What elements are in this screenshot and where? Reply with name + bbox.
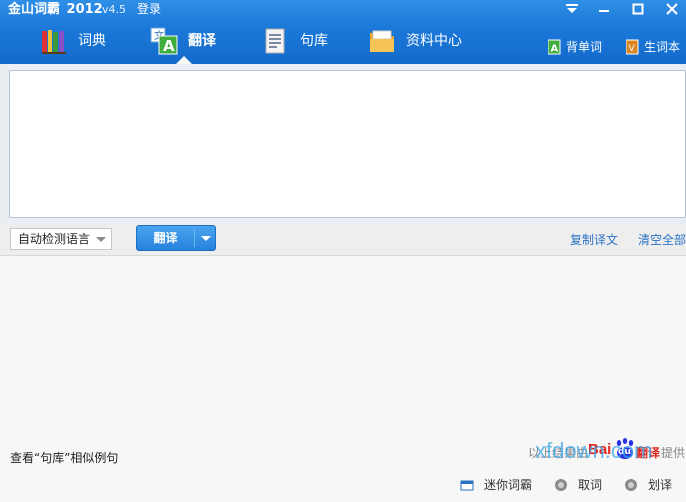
language-select[interactable]: 自动检测语言 — [10, 228, 112, 250]
maximize-icon — [632, 3, 644, 15]
copy-translation-link[interactable]: 复制译文 — [570, 232, 618, 248]
tab-sentences[interactable]: 句库 — [262, 24, 342, 64]
menu-dropdown-button[interactable] — [560, 0, 584, 18]
mini-window-icon — [460, 480, 474, 491]
language-select-value: 自动检测语言 — [18, 232, 91, 246]
app-version: v4.5 — [102, 3, 127, 16]
active-tab-indicator — [176, 56, 192, 64]
tab-label: 句库 — [300, 33, 328, 49]
translate-icon: 文 A — [150, 27, 178, 55]
chevron-down-icon — [96, 237, 106, 242]
login-link[interactable]: 登录 — [137, 1, 161, 17]
title-bar: 金山词霸 2012 v4.5 登录 词典 A 翻译 句库 资料中心 A 背单词 … — [0, 0, 686, 64]
app-title: 金山词霸 — [8, 2, 61, 17]
svg-text:A: A — [551, 44, 559, 55]
translate-toolbar: 自动检测语言 翻译 复制译文 清空全部 — [0, 224, 686, 256]
chevron-down-icon — [201, 236, 211, 241]
books-icon — [42, 30, 66, 54]
minimize-button[interactable] — [592, 0, 616, 18]
svg-text:A: A — [163, 37, 175, 55]
translate-options-dropdown[interactable] — [197, 226, 215, 250]
tab-label: 资料中心 — [406, 33, 462, 49]
maximize-button[interactable] — [626, 0, 650, 18]
button-divider — [194, 229, 195, 247]
source-text-input[interactable] — [10, 71, 685, 217]
clear-all-link[interactable]: 清空全部 — [638, 232, 686, 248]
toggle-off-icon — [625, 479, 637, 491]
input-panel — [0, 64, 686, 224]
svg-text:V: V — [629, 44, 636, 54]
toggle-off-icon — [555, 479, 567, 491]
app-year: 2012 — [66, 2, 103, 17]
folder-icon — [370, 30, 394, 52]
translate-button[interactable]: 翻译 — [137, 226, 194, 250]
minimize-icon — [599, 10, 609, 12]
tab-resource-center[interactable]: 资料中心 — [368, 24, 478, 64]
translate-button-group: 翻译 — [136, 225, 216, 251]
app-logo: 金山词霸 2012 — [8, 1, 103, 18]
source-text-box — [9, 70, 686, 218]
similar-examples-link[interactable]: 查看“句库”相似例句 — [10, 450, 118, 466]
tab-dictionary[interactable]: 词典 — [40, 24, 120, 64]
tab-label: 翻译 — [188, 33, 216, 49]
dropdown-arrow-icon — [566, 4, 578, 13]
close-icon — [666, 3, 678, 15]
tab-label: 词典 — [78, 33, 106, 49]
vocabulary-book-icon: V — [626, 39, 639, 55]
translation-output: 查看“句库”相似例句 以上结果由 Bai du 翻译 提供 xfdown.com… — [0, 257, 686, 502]
watermark: xfdown.com — [535, 438, 653, 463]
provider-suffix: 提供 — [661, 446, 686, 460]
letter-a-icon: A — [548, 39, 561, 55]
document-icon — [265, 28, 285, 54]
close-button[interactable] — [660, 0, 684, 18]
